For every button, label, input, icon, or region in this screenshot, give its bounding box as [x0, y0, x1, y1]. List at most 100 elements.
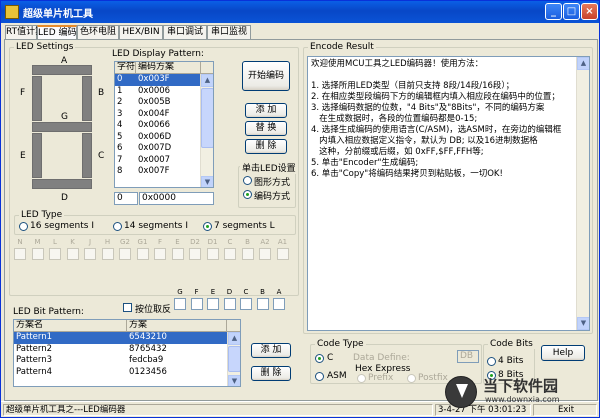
- bit-input[interactable]: [174, 298, 186, 310]
- segment-b[interactable]: [82, 76, 92, 121]
- segment-c[interactable]: [82, 133, 92, 178]
- delete-button[interactable]: 删 除: [245, 139, 287, 154]
- bit-input[interactable]: [119, 248, 131, 260]
- radio-c[interactable]: [315, 354, 324, 363]
- pattern-row[interactable]: 5 0x006D: [115, 132, 213, 144]
- bit-input[interactable]: [136, 248, 149, 260]
- bit-pattern-row[interactable]: Pattern4 0123456: [14, 367, 240, 379]
- tab-color-resistor[interactable]: 色环电阻: [77, 25, 119, 39]
- bit-input[interactable]: [241, 248, 254, 260]
- radio-14-segments[interactable]: [113, 222, 122, 231]
- bit-input[interactable]: [240, 298, 252, 310]
- col-pattern[interactable]: 方案: [127, 320, 227, 331]
- bit-input[interactable]: [49, 248, 61, 260]
- option-4-bits: 4 Bits: [498, 356, 524, 366]
- scroll-up-icon[interactable]: ▲: [201, 74, 213, 87]
- radio-asm[interactable]: [315, 372, 324, 381]
- bit-input[interactable]: [206, 248, 219, 260]
- radio-16-segments[interactable]: [19, 222, 28, 231]
- pattern-row[interactable]: 4 0x0066: [115, 120, 213, 132]
- bit-input[interactable]: [276, 248, 289, 260]
- pattern-row[interactable]: 3 0x004F: [115, 109, 213, 121]
- bit-input[interactable]: [14, 248, 26, 260]
- bit-input[interactable]: [84, 248, 96, 260]
- bit-input[interactable]: [273, 298, 285, 310]
- bit-pattern-row[interactable]: Pattern3 fedcba9: [14, 355, 240, 367]
- bit-pattern-row[interactable]: Pattern2 8765432: [14, 344, 240, 356]
- pattern-code: 0x0007: [138, 154, 171, 165]
- tab-serial-monitor[interactable]: 串口监视: [207, 25, 251, 39]
- bit-input[interactable]: [224, 248, 236, 260]
- display-pattern-list[interactable]: 字符 编码方案 0 0x003F 1 0x0006 2 0x005B 3 0x004F 4 0x00…: [114, 61, 214, 188]
- bit-input[interactable]: [101, 248, 114, 260]
- bit-input[interactable]: [31, 248, 44, 260]
- char-input[interactable]: 0: [114, 192, 138, 205]
- encode-result-scrollbar[interactable]: ▲ ▼: [576, 57, 589, 330]
- led-type-group: LED Type 16 segments I 14 segments I 7 s…: [14, 210, 296, 235]
- bit-pattern-value: 0123456: [129, 366, 167, 377]
- segment-e[interactable]: [32, 133, 42, 178]
- tab-serial-debug[interactable]: 串口调试: [163, 25, 207, 39]
- radio-postfix[interactable]: [407, 374, 416, 383]
- data-define-input[interactable]: DB: [457, 350, 479, 363]
- radio-7-segments[interactable]: [203, 222, 212, 231]
- pattern-code: 0x0006: [138, 85, 171, 96]
- minimize-button[interactable]: _: [545, 3, 562, 20]
- pattern-row[interactable]: 6 0x007D: [115, 143, 213, 155]
- segment-d[interactable]: [32, 179, 92, 189]
- reverse-checkbox[interactable]: [123, 303, 132, 312]
- pattern-row[interactable]: 2 0x005B: [115, 97, 213, 109]
- add-button[interactable]: 添 加: [245, 103, 287, 118]
- pattern-row[interactable]: 7 0x0007: [115, 155, 213, 167]
- radio-graphic-mode[interactable]: [243, 176, 252, 185]
- display-pattern-scrollbar[interactable]: ▲ ▼: [200, 74, 213, 187]
- bit-input[interactable]: [171, 248, 184, 260]
- tab-hex-bin[interactable]: HEX/BIN: [119, 25, 163, 39]
- bit-pattern-row[interactable]: Pattern1 6543210: [14, 332, 240, 344]
- bp-scroll-thumb[interactable]: [228, 346, 240, 372]
- scroll-down-icon[interactable]: ▼: [201, 176, 213, 187]
- col-char[interactable]: 字符: [115, 62, 136, 73]
- pattern-row[interactable]: 0 0x003F: [115, 74, 213, 86]
- er-scroll-down-icon[interactable]: ▼: [577, 317, 589, 330]
- bit-input[interactable]: [223, 298, 236, 310]
- maximize-button[interactable]: □: [563, 3, 580, 20]
- segment-a[interactable]: [32, 65, 92, 75]
- option-14-segments: 14 segments I: [124, 221, 188, 231]
- er-scroll-up-icon[interactable]: ▲: [577, 57, 589, 70]
- bp-scroll-down-icon[interactable]: ▼: [228, 375, 240, 386]
- col-code[interactable]: 编码方案: [136, 62, 201, 73]
- bit-pattern-scrollbar[interactable]: ▲ ▼: [227, 332, 240, 386]
- start-encode-button[interactable]: 开始编码: [242, 61, 290, 91]
- segment-g[interactable]: [32, 122, 92, 132]
- radio-prefix[interactable]: [357, 374, 366, 383]
- radio-code-mode[interactable]: [243, 190, 252, 199]
- add-pattern-button[interactable]: 添 加: [251, 343, 291, 358]
- pattern-row[interactable]: 8 0x007F: [115, 166, 213, 178]
- bit-input[interactable]: [190, 298, 203, 310]
- app-icon: [5, 5, 19, 19]
- bp-scroll-up-icon[interactable]: ▲: [228, 332, 240, 345]
- bit-input[interactable]: [256, 298, 269, 310]
- bit-input[interactable]: [259, 248, 271, 260]
- radio-4-bits[interactable]: [487, 357, 496, 366]
- scroll-thumb[interactable]: [201, 88, 213, 148]
- bit-input[interactable]: [189, 248, 201, 260]
- encode-result-text[interactable]: 欢迎使用MCU工具之LED编码器！使用方法： 1. 选择所用LED类型（目前只支持…: [307, 56, 590, 331]
- bit-input[interactable]: [207, 298, 219, 310]
- close-button[interactable]: ×: [581, 3, 598, 20]
- replace-button[interactable]: 替 换: [245, 121, 287, 136]
- bit-input[interactable]: [66, 248, 79, 260]
- bit-pattern-list[interactable]: 方案名 方案 Pattern1 6543210 Pattern2 8765432 Patt…: [13, 319, 241, 387]
- pattern-code: 0x007F: [138, 166, 170, 176]
- bit-input[interactable]: [154, 248, 166, 260]
- pattern-row[interactable]: 1 0x0006: [115, 86, 213, 98]
- segment-f[interactable]: [32, 76, 42, 121]
- help-button[interactable]: Help: [541, 345, 585, 361]
- segment-label-f: F: [20, 88, 26, 98]
- code-input[interactable]: 0x0000: [139, 192, 214, 205]
- tab-led-encode[interactable]: LED 编码: [37, 25, 77, 39]
- col-pattern-name[interactable]: 方案名: [14, 320, 127, 331]
- tab-rt-calc[interactable]: RT值计算: [5, 25, 44, 39]
- delete-pattern-button[interactable]: 删 除: [251, 366, 291, 381]
